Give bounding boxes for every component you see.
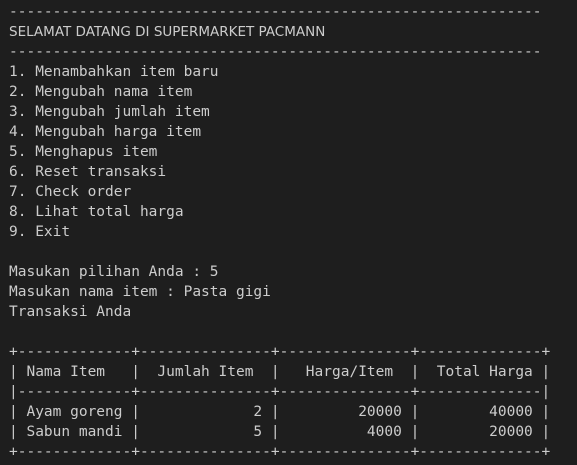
item-name-prompt: Masukan nama item : Pasta gigi — [9, 284, 271, 300]
table-border-bottom: +-------------+---------------+---------… — [9, 444, 551, 460]
menu-item-total: 8. Lihat total harga — [9, 204, 184, 220]
table-border-top: +-------------+---------------+---------… — [9, 344, 551, 360]
table-row: | Ayam goreng | 2 | 20000 | 40000 | — [9, 404, 551, 420]
menu-item-rename: 2. Mengubah nama item — [9, 84, 193, 100]
menu-item-change-price: 4. Mengubah harga item — [9, 124, 202, 140]
menu-item-reset: 6. Reset transaksi — [9, 164, 167, 180]
menu-item-change-qty: 3. Mengubah jumlah item — [9, 104, 210, 120]
transaction-label: Transaksi Anda — [9, 304, 132, 320]
menu-item-check-order: 7. Check order — [9, 184, 132, 200]
choice-prompt: Masukan pilihan Anda : 5 — [9, 264, 219, 280]
table-header-separator: |-------------+---------------+---------… — [9, 384, 551, 400]
menu-item-exit: 9. Exit — [9, 224, 71, 240]
terminal-window[interactable]: ----------------------------------------… — [0, 0, 577, 465]
header-rule-top: ----------------------------------------… — [9, 4, 542, 20]
welcome-title: SELAMAT DATANG DI SUPERMARKET PACMANN — [9, 24, 326, 40]
table-row: | Sabun mandi | 5 | 4000 | 20000 | — [9, 424, 551, 440]
menu-item-add: 1. Menambahkan item baru — [9, 64, 219, 80]
menu-item-delete: 5. Menghapus item — [9, 144, 158, 160]
table-header-row: | Nama Item | Jumlah Item | Harga/Item |… — [9, 364, 551, 380]
header-rule-bottom: ----------------------------------------… — [9, 44, 542, 60]
